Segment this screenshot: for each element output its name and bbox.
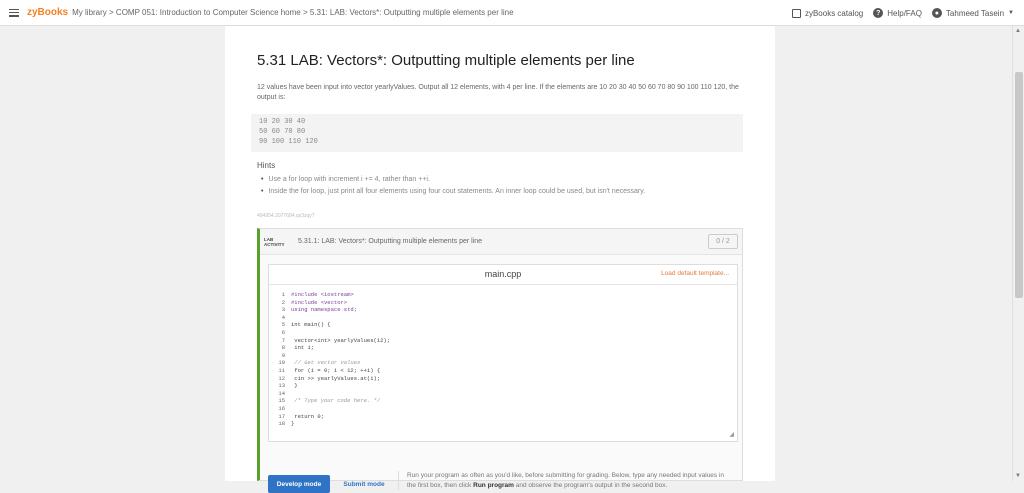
activity-id: 494954.2077684.qx3zqy7 <box>257 213 315 219</box>
code-line[interactable]: 4 <box>275 314 390 322</box>
run-program-text: Run program <box>473 481 514 489</box>
catalog-icon <box>791 8 801 18</box>
line-number: 13 <box>278 382 285 390</box>
user-icon: ● <box>931 8 942 18</box>
lab-activity: LAB ACTIVITY 5.31.1: LAB: Vectors*: Outp… <box>257 228 743 493</box>
line-number: 11 <box>278 366 285 374</box>
line-number: 3 <box>281 306 285 314</box>
output-line: 50 60 70 80 <box>259 128 306 136</box>
code-line[interactable]: 12 cin >> yearlyValues.at(i); <box>275 375 390 383</box>
score-badge: 0 / 2 <box>708 234 738 249</box>
code-line[interactable]: 10 // Get vector values <box>275 359 390 367</box>
line-number: 10 <box>278 359 285 367</box>
code-line[interactable]: 6 <box>275 329 390 337</box>
code-text: #include <vector> <box>291 298 348 306</box>
content-card: 5.31 LAB: Vectors*: Outputting multiple … <box>225 26 775 493</box>
zybooks-logo[interactable]: zyBooks <box>27 7 68 18</box>
code-line[interactable]: 9 <box>275 352 390 360</box>
line-number: 9 <box>281 351 285 359</box>
mode-text-part: and observe the program's output in the … <box>513 481 668 489</box>
page-title: 5.31 LAB: Vectors*: Outputting multiple … <box>257 52 635 69</box>
code-line[interactable]: 1 #include <iostream> <box>275 291 390 299</box>
code-text: } <box>291 420 295 428</box>
code-line[interactable]: 14 <box>275 390 390 398</box>
code-line[interactable]: 5 int main() { <box>275 321 390 329</box>
top-right-menu: zyBooks catalog ? Help/FAQ ● Tahmeed Tas… <box>791 0 1014 26</box>
code-line[interactable]: 13 } <box>275 382 390 390</box>
code-line[interactable]: 7 vector<int> yearlyValues(12); <box>275 337 390 345</box>
code-line[interactable]: 11 for (i = 0; i < 12; ++i) { <box>275 367 390 375</box>
scroll-thumb[interactable] <box>1015 72 1023 298</box>
code-line[interactable]: 18} <box>275 420 390 428</box>
editor-header: main.cpp Load default template... <box>269 265 737 285</box>
develop-mode-button[interactable]: Develop mode <box>268 475 330 493</box>
line-number: 6 <box>281 328 285 336</box>
chevron-down-icon: ▼ <box>1008 10 1014 16</box>
code-line[interactable]: 16 <box>275 405 390 413</box>
code-line[interactable]: 8 int i; <box>275 344 390 352</box>
code-line[interactable]: 17 return 0; <box>275 413 390 421</box>
output-line: 90 100 110 120 <box>259 138 318 146</box>
line-number: 5 <box>281 321 285 329</box>
resize-handle-icon[interactable]: ◢ <box>729 431 734 438</box>
help-label: Help/FAQ <box>887 8 922 18</box>
code-text: for (i = 0; i < 12; ++i) { <box>291 366 381 374</box>
hints-heading: Hints <box>257 161 276 170</box>
scroll-down-icon[interactable]: ▼ <box>1015 473 1021 479</box>
code-text: vector<int> yearlyValues(12); <box>291 336 391 344</box>
line-number: 17 <box>278 412 285 420</box>
hint-item: Use a for loop with increment i += 4, ra… <box>261 174 741 186</box>
code-text: int i; <box>291 344 315 352</box>
line-number: 14 <box>278 389 285 397</box>
code-text: int main() { <box>291 321 331 329</box>
lab-title: 5.31.1: LAB: Vectors*: Outputting multip… <box>298 238 483 245</box>
line-number: 18 <box>278 420 285 428</box>
breadcrumb[interactable]: My library > COMP 051: Introduction to C… <box>72 8 562 17</box>
code-text: return 0; <box>291 412 325 420</box>
line-number: 16 <box>278 404 285 412</box>
line-number: 7 <box>281 336 285 344</box>
scroll-up-icon[interactable]: ▲ <box>1015 28 1021 34</box>
help-link[interactable]: ? Help/FAQ <box>873 8 922 18</box>
line-number: 12 <box>278 374 285 382</box>
load-template-link[interactable]: Load default template... <box>661 270 729 277</box>
lab-activity-tag: LAB ACTIVITY <box>264 237 292 247</box>
code-editor[interactable]: main.cpp Load default template... 1 #incl… <box>268 264 738 442</box>
code-text: using namespace std; <box>291 306 358 314</box>
submit-mode-button[interactable]: Submit mode <box>336 475 392 493</box>
top-bar: zyBooks My library > COMP 051: Introduct… <box>0 0 1024 26</box>
code-area[interactable]: 1 #include <iostream> 2 #include <vector> 3 u… <box>275 291 390 428</box>
hints-list: Use a for loop with increment i += 4, ra… <box>261 174 741 198</box>
user-name: Tahmeed Tasein <box>945 8 1005 18</box>
code-line[interactable]: 15 /* Type your code here. */ <box>275 397 390 405</box>
line-number: 2 <box>281 298 285 306</box>
line-number: 15 <box>278 397 285 405</box>
output-line: 10 20 30 40 <box>259 118 306 126</box>
catalog-label: zyBooks catalog <box>804 8 864 18</box>
line-number: 1 <box>281 291 285 298</box>
catalog-link[interactable]: zyBooks catalog <box>791 8 864 18</box>
code-text: } <box>291 382 298 390</box>
code-text: #include <iostream> <box>291 291 354 298</box>
code-line[interactable]: 2 #include <vector> <box>275 299 390 307</box>
code-text: cin >> yearlyValues.at(i); <box>291 374 381 382</box>
code-line[interactable]: 3 using namespace std; <box>275 306 390 314</box>
code-text: // Get vector values <box>291 359 361 367</box>
help-icon: ? <box>873 8 884 18</box>
line-number: 4 <box>281 313 285 321</box>
lab-description: 12 values have been input into vector ye… <box>257 84 739 101</box>
hint-item: Inside the for loop, just print all four… <box>261 186 741 198</box>
page-scrollbar[interactable]: ▲ ▼ <box>1012 26 1024 481</box>
user-menu[interactable]: ● Tahmeed Tasein ▼ <box>931 8 1014 18</box>
expected-output: 10 20 30 40 50 60 70 80 90 100 110 120 <box>251 114 743 152</box>
menu-icon[interactable] <box>9 8 19 17</box>
line-number: 8 <box>281 344 285 352</box>
lab-header: LAB ACTIVITY 5.31.1: LAB: Vectors*: Outp… <box>260 229 742 255</box>
code-text: /* Type your code here. */ <box>291 397 381 405</box>
lab-tag-line: ACTIVITY <box>264 241 285 247</box>
